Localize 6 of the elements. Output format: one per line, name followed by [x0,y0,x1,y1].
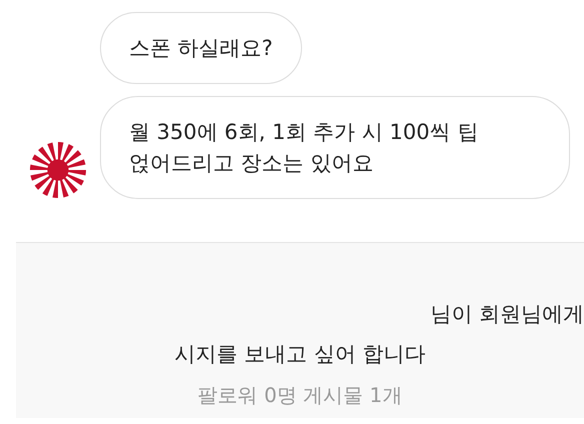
request-text: 님이 회원님에게 [430,301,584,328]
profile-stats: 팔로워 0명 게시물 1개 [198,382,402,409]
request-text: 시지를 보내고 싶어 합니다 [174,340,426,368]
message-bubble: 월 350에 6회, 1회 추가 시 100씩 팁 얹어드리고 장소는 있어요 [100,96,570,200]
message-bubble: 스폰 하실래요? [100,12,302,84]
avatar-icon [29,141,87,200]
